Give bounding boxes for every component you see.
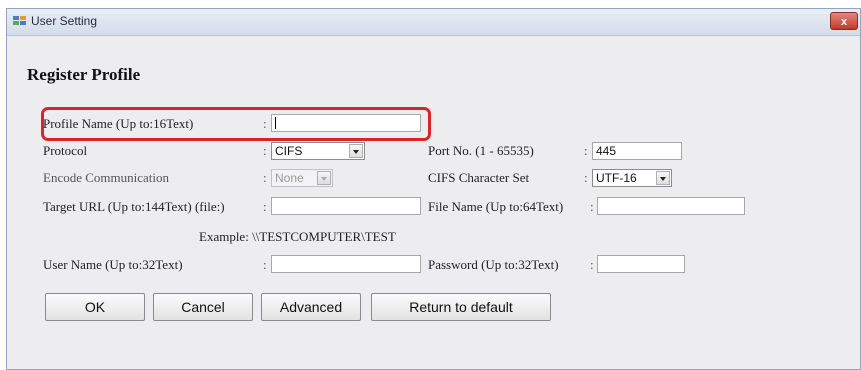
page-title: Register Profile <box>27 65 141 84</box>
target-url-input[interactable] <box>271 197 421 215</box>
charset-value: UTF-16 <box>596 171 637 185</box>
profile-name-label: Profile Name (Up to:16Text) <box>43 116 194 131</box>
ok-button[interactable]: OK <box>45 293 145 321</box>
colon: : <box>263 257 267 272</box>
advanced-button[interactable]: Advanced <box>261 293 361 321</box>
protocol-select[interactable]: CIFS <box>271 142 365 160</box>
chevron-down-icon[interactable] <box>349 144 363 158</box>
protocol-label: Protocol <box>43 143 88 158</box>
colon: : <box>263 199 267 214</box>
colon: : <box>584 143 588 158</box>
password-label: Password (Up to:32Text) <box>428 257 559 272</box>
colon: : <box>263 170 267 185</box>
window-title: User Setting <box>31 14 98 28</box>
user-setting-window: User Setting x Register Profile Profile … <box>6 8 861 370</box>
title-bar[interactable]: User Setting x <box>7 9 860 36</box>
colon: : <box>590 199 594 214</box>
return-to-default-button[interactable]: Return to default <box>371 293 551 321</box>
example-text: Example: \\TESTCOMPUTER\TEST <box>199 229 396 244</box>
encode-label: Encode Communication <box>43 170 170 185</box>
charset-label: CIFS Character Set <box>428 170 530 185</box>
charset-select[interactable]: UTF-16 <box>592 169 672 187</box>
encode-value: None <box>275 171 304 185</box>
password-input[interactable] <box>597 255 685 273</box>
chevron-down-icon[interactable] <box>656 171 670 185</box>
encode-select: None <box>271 169 333 187</box>
user-name-input[interactable] <box>271 255 421 273</box>
colon: : <box>263 116 267 131</box>
port-label: Port No. (1 - 65535) <box>428 143 534 158</box>
profile-name-input[interactable] <box>271 114 421 132</box>
cancel-button[interactable]: Cancel <box>153 293 253 321</box>
file-name-label: File Name (Up to:64Text) <box>428 199 564 214</box>
file-name-input[interactable] <box>597 197 745 215</box>
user-name-label: User Name (Up to:32Text) <box>43 257 183 272</box>
target-url-label: Target URL (Up to:144Text) (file:) <box>43 199 225 214</box>
chevron-down-icon <box>317 171 331 185</box>
colon: : <box>590 257 594 272</box>
app-icon <box>13 16 26 25</box>
close-button[interactable]: x <box>830 12 858 30</box>
colon: : <box>584 170 588 185</box>
port-input[interactable]: 445 <box>592 142 682 160</box>
colon: : <box>263 143 267 158</box>
protocol-value: CIFS <box>275 144 303 158</box>
